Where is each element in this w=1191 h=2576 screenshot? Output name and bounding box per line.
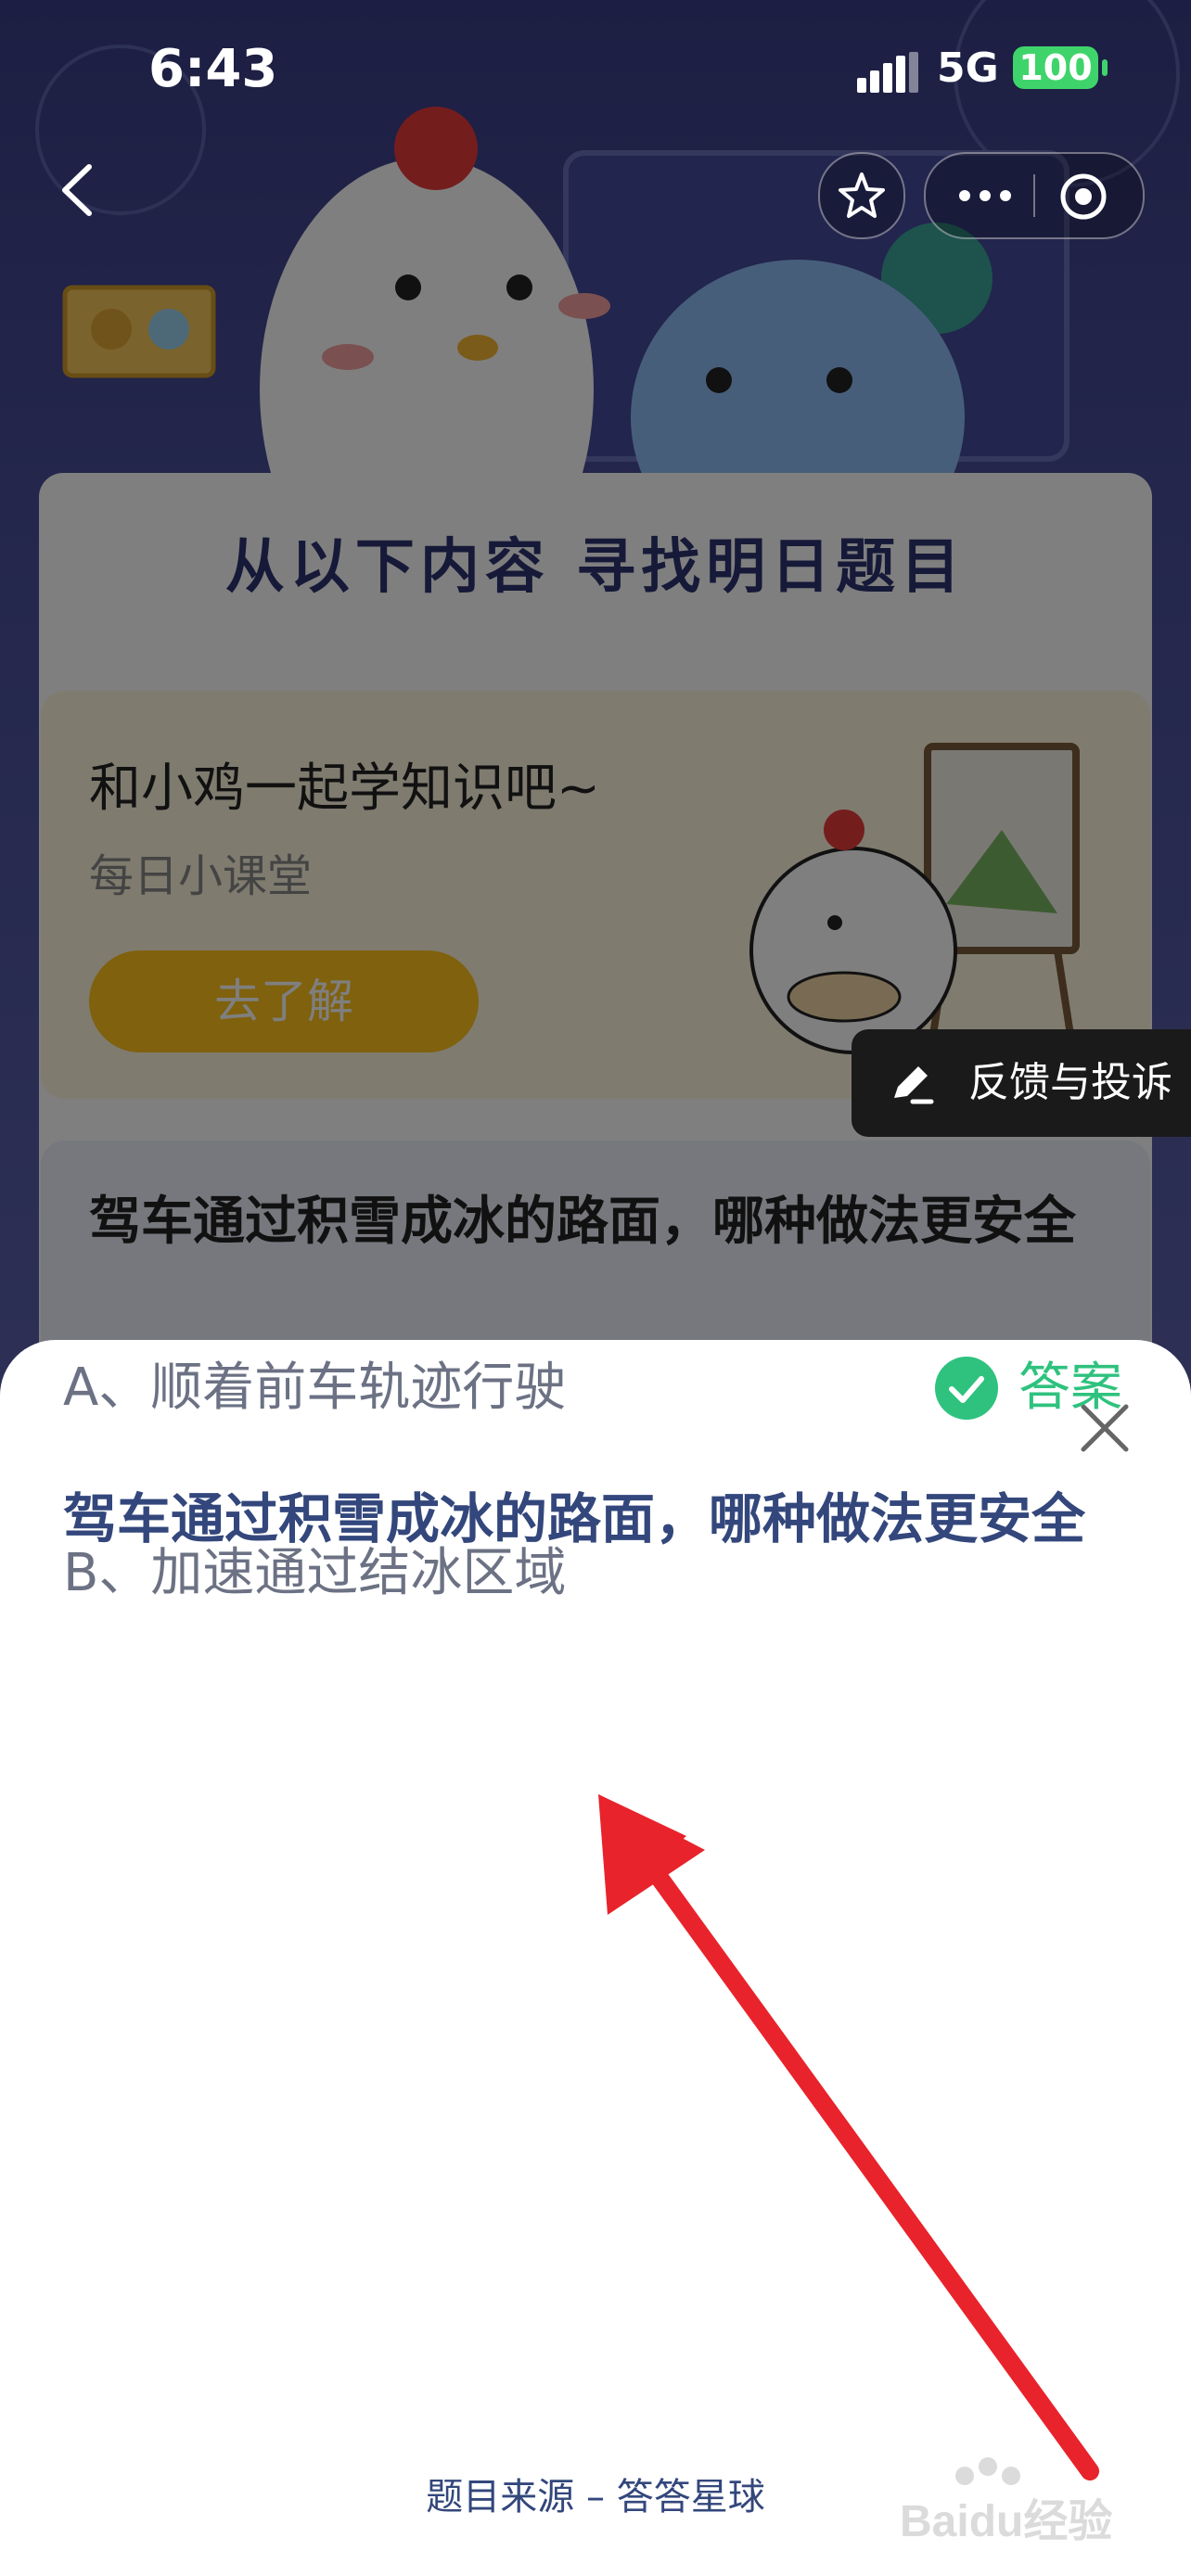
status-bar: 6:43 5G 100	[0, 0, 1191, 139]
baidu-watermark: Baidu经验	[900, 2457, 1112, 2546]
more-dots-icon[interactable]	[946, 171, 1024, 221]
screen: 从以下内容 寻找明日题目 和小鸡一起学知识吧~ 每日小课堂 去了解 驾车通过积雪…	[0, 0, 1191, 2576]
feedback-label: 反馈与投诉	[968, 1059, 1172, 1106]
pencil-edit-icon	[894, 1066, 934, 1104]
battery-indicator: 100	[1013, 46, 1098, 89]
mini-program-capsule	[924, 152, 1145, 239]
status-time: 6:43	[148, 39, 278, 99]
feedback-button[interactable]: 反馈与投诉	[852, 1029, 1191, 1137]
signal-strength-icon	[857, 52, 918, 93]
option-a-text: A、顺着前车轨迹行驶	[63, 1358, 567, 1418]
network-type: 5G	[937, 45, 999, 92]
favorite-button[interactable]	[818, 152, 905, 239]
check-circle-icon	[935, 1357, 998, 1420]
option-a[interactable]: A、顺着前车轨迹行驶 答案	[63, 1340, 1130, 1433]
option-b[interactable]: B、加速通过结冰区域	[63, 1525, 1130, 1618]
battery-tip	[1102, 59, 1108, 76]
answer-label: 答案	[1018, 1358, 1122, 1418]
option-b-text: B、加速通过结冰区域	[63, 1543, 567, 1603]
star-icon	[839, 172, 885, 218]
capsule-divider	[1033, 174, 1035, 217]
back-button[interactable]	[48, 158, 113, 223]
record-target-icon[interactable]	[1057, 171, 1109, 223]
svg-text:Baidu经验: Baidu经验	[900, 2497, 1112, 2546]
